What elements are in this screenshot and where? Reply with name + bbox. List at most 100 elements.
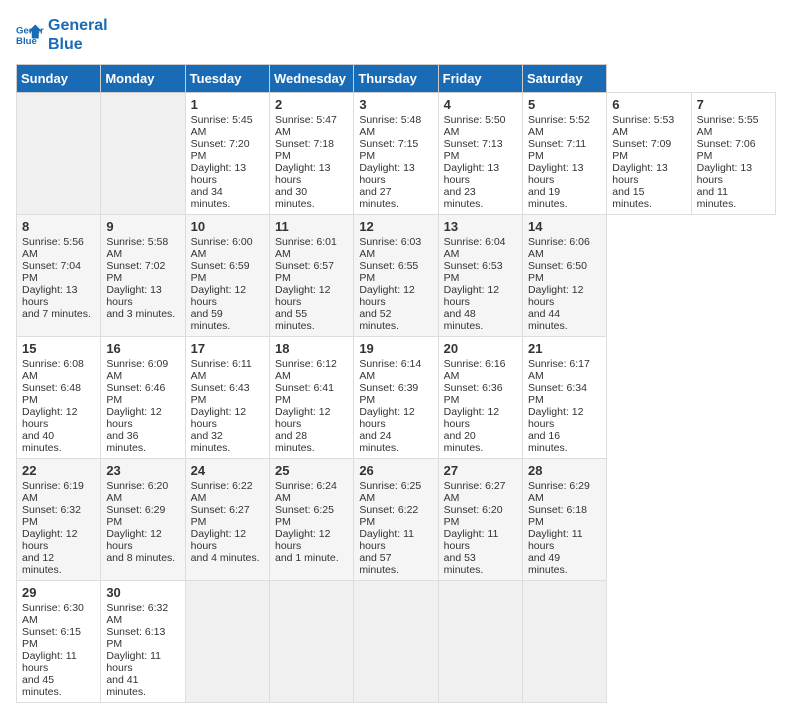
day-info-line: Daylight: 11 hours	[359, 528, 432, 552]
day-info-line: Daylight: 12 hours	[106, 528, 179, 552]
calendar-cell: 8Sunrise: 5:56 AMSunset: 7:04 PMDaylight…	[17, 215, 101, 337]
day-info-line: Sunset: 7:18 PM	[275, 138, 348, 162]
day-info-line: Sunrise: 5:52 AM	[528, 114, 601, 138]
calendar-cell	[269, 581, 353, 703]
day-info-line: Sunrise: 6:17 AM	[528, 358, 601, 382]
week-row-0: 1Sunrise: 5:45 AMSunset: 7:20 PMDaylight…	[17, 93, 776, 215]
logo-general: General	[48, 16, 108, 35]
logo-blue: Blue	[48, 35, 108, 54]
calendar-cell: 21Sunrise: 6:17 AMSunset: 6:34 PMDayligh…	[522, 337, 606, 459]
day-info-line: Sunrise: 5:45 AM	[191, 114, 264, 138]
day-number: 7	[697, 97, 770, 112]
header-thursday: Thursday	[354, 65, 438, 93]
day-info-line: Sunrise: 6:27 AM	[444, 480, 517, 504]
calendar-cell: 18Sunrise: 6:12 AMSunset: 6:41 PMDayligh…	[269, 337, 353, 459]
day-info-line: and 15 minutes.	[612, 186, 685, 210]
header-saturday: Saturday	[522, 65, 606, 93]
calendar-cell	[17, 93, 101, 215]
calendar-cell: 28Sunrise: 6:29 AMSunset: 6:18 PMDayligh…	[522, 459, 606, 581]
day-info-line: Sunrise: 6:09 AM	[106, 358, 179, 382]
week-row-1: 8Sunrise: 5:56 AMSunset: 7:04 PMDaylight…	[17, 215, 776, 337]
day-info-line: Sunrise: 5:58 AM	[106, 236, 179, 260]
day-info-line: Sunset: 7:13 PM	[444, 138, 517, 162]
day-info-line: Sunset: 7:02 PM	[106, 260, 179, 284]
calendar-cell: 3Sunrise: 5:48 AMSunset: 7:15 PMDaylight…	[354, 93, 438, 215]
calendar-cell: 20Sunrise: 6:16 AMSunset: 6:36 PMDayligh…	[438, 337, 522, 459]
day-info-line: Sunset: 6:53 PM	[444, 260, 517, 284]
day-info-line: Daylight: 13 hours	[22, 284, 95, 308]
day-number: 10	[191, 219, 264, 234]
day-number: 22	[22, 463, 95, 478]
day-info-line: and 48 minutes.	[444, 308, 517, 332]
calendar-cell	[354, 581, 438, 703]
day-number: 13	[444, 219, 517, 234]
day-number: 8	[22, 219, 95, 234]
day-info-line: Daylight: 12 hours	[444, 284, 517, 308]
day-number: 3	[359, 97, 432, 112]
week-row-2: 15Sunrise: 6:08 AMSunset: 6:48 PMDayligh…	[17, 337, 776, 459]
day-info-line: Sunset: 6:36 PM	[444, 382, 517, 406]
calendar-cell	[101, 93, 185, 215]
day-number: 26	[359, 463, 432, 478]
day-number: 5	[528, 97, 601, 112]
calendar-cell: 7Sunrise: 5:55 AMSunset: 7:06 PMDaylight…	[691, 93, 775, 215]
day-info-line: Daylight: 12 hours	[275, 406, 348, 430]
day-info-line: Sunset: 6:46 PM	[106, 382, 179, 406]
day-info-line: and 11 minutes.	[697, 186, 770, 210]
calendar-cell: 15Sunrise: 6:08 AMSunset: 6:48 PMDayligh…	[17, 337, 101, 459]
day-info-line: Daylight: 13 hours	[191, 162, 264, 186]
day-number: 20	[444, 341, 517, 356]
day-info-line: Sunrise: 6:14 AM	[359, 358, 432, 382]
day-info-line: and 7 minutes.	[22, 308, 95, 320]
day-info-line: Daylight: 12 hours	[528, 284, 601, 308]
day-info-line: and 45 minutes.	[22, 674, 95, 698]
day-info-line: Daylight: 11 hours	[106, 650, 179, 674]
day-info-line: Sunset: 6:57 PM	[275, 260, 348, 284]
day-info-line: Sunrise: 6:16 AM	[444, 358, 517, 382]
day-number: 23	[106, 463, 179, 478]
day-info-line: Sunrise: 6:25 AM	[359, 480, 432, 504]
day-info-line: and 49 minutes.	[528, 552, 601, 576]
day-info-line: Sunset: 7:15 PM	[359, 138, 432, 162]
day-info-line: Daylight: 13 hours	[106, 284, 179, 308]
day-info-line: Daylight: 11 hours	[444, 528, 517, 552]
week-row-4: 29Sunrise: 6:30 AMSunset: 6:15 PMDayligh…	[17, 581, 776, 703]
day-info-line: Sunrise: 6:06 AM	[528, 236, 601, 260]
day-info-line: and 41 minutes.	[106, 674, 179, 698]
day-info-line: and 36 minutes.	[106, 430, 179, 454]
day-number: 30	[106, 585, 179, 600]
day-info-line: Daylight: 12 hours	[528, 406, 601, 430]
day-info-line: Sunset: 6:48 PM	[22, 382, 95, 406]
calendar-cell	[438, 581, 522, 703]
day-info-line: and 57 minutes.	[359, 552, 432, 576]
day-info-line: and 8 minutes.	[106, 552, 179, 564]
day-info-line: and 28 minutes.	[275, 430, 348, 454]
day-info-line: Sunrise: 6:01 AM	[275, 236, 348, 260]
day-info-line: and 53 minutes.	[444, 552, 517, 576]
calendar-cell: 10Sunrise: 6:00 AMSunset: 6:59 PMDayligh…	[185, 215, 269, 337]
calendar-header-row: SundayMondayTuesdayWednesdayThursdayFrid…	[17, 65, 776, 93]
day-info-line: Sunrise: 6:11 AM	[191, 358, 264, 382]
day-info-line: Sunset: 6:15 PM	[22, 626, 95, 650]
day-info-line: Sunset: 6:25 PM	[275, 504, 348, 528]
day-info-line: Sunset: 6:39 PM	[359, 382, 432, 406]
day-info-line: and 30 minutes.	[275, 186, 348, 210]
day-info-line: Sunrise: 6:08 AM	[22, 358, 95, 382]
calendar-cell: 16Sunrise: 6:09 AMSunset: 6:46 PMDayligh…	[101, 337, 185, 459]
calendar-table: SundayMondayTuesdayWednesdayThursdayFrid…	[16, 64, 776, 703]
header-sunday: Sunday	[17, 65, 101, 93]
day-number: 9	[106, 219, 179, 234]
day-info-line: Daylight: 12 hours	[22, 406, 95, 430]
day-info-line: Daylight: 12 hours	[106, 406, 179, 430]
day-info-line: and 4 minutes.	[191, 552, 264, 564]
day-info-line: Daylight: 12 hours	[191, 406, 264, 430]
day-info-line: Sunset: 6:32 PM	[22, 504, 95, 528]
calendar-cell: 12Sunrise: 6:03 AMSunset: 6:55 PMDayligh…	[354, 215, 438, 337]
day-info-line: Sunset: 6:22 PM	[359, 504, 432, 528]
day-info-line: and 24 minutes.	[359, 430, 432, 454]
day-info-line: and 23 minutes.	[444, 186, 517, 210]
header-monday: Monday	[101, 65, 185, 93]
day-info-line: Sunrise: 5:53 AM	[612, 114, 685, 138]
day-info-line: Sunset: 7:20 PM	[191, 138, 264, 162]
day-info-line: Daylight: 13 hours	[275, 162, 348, 186]
